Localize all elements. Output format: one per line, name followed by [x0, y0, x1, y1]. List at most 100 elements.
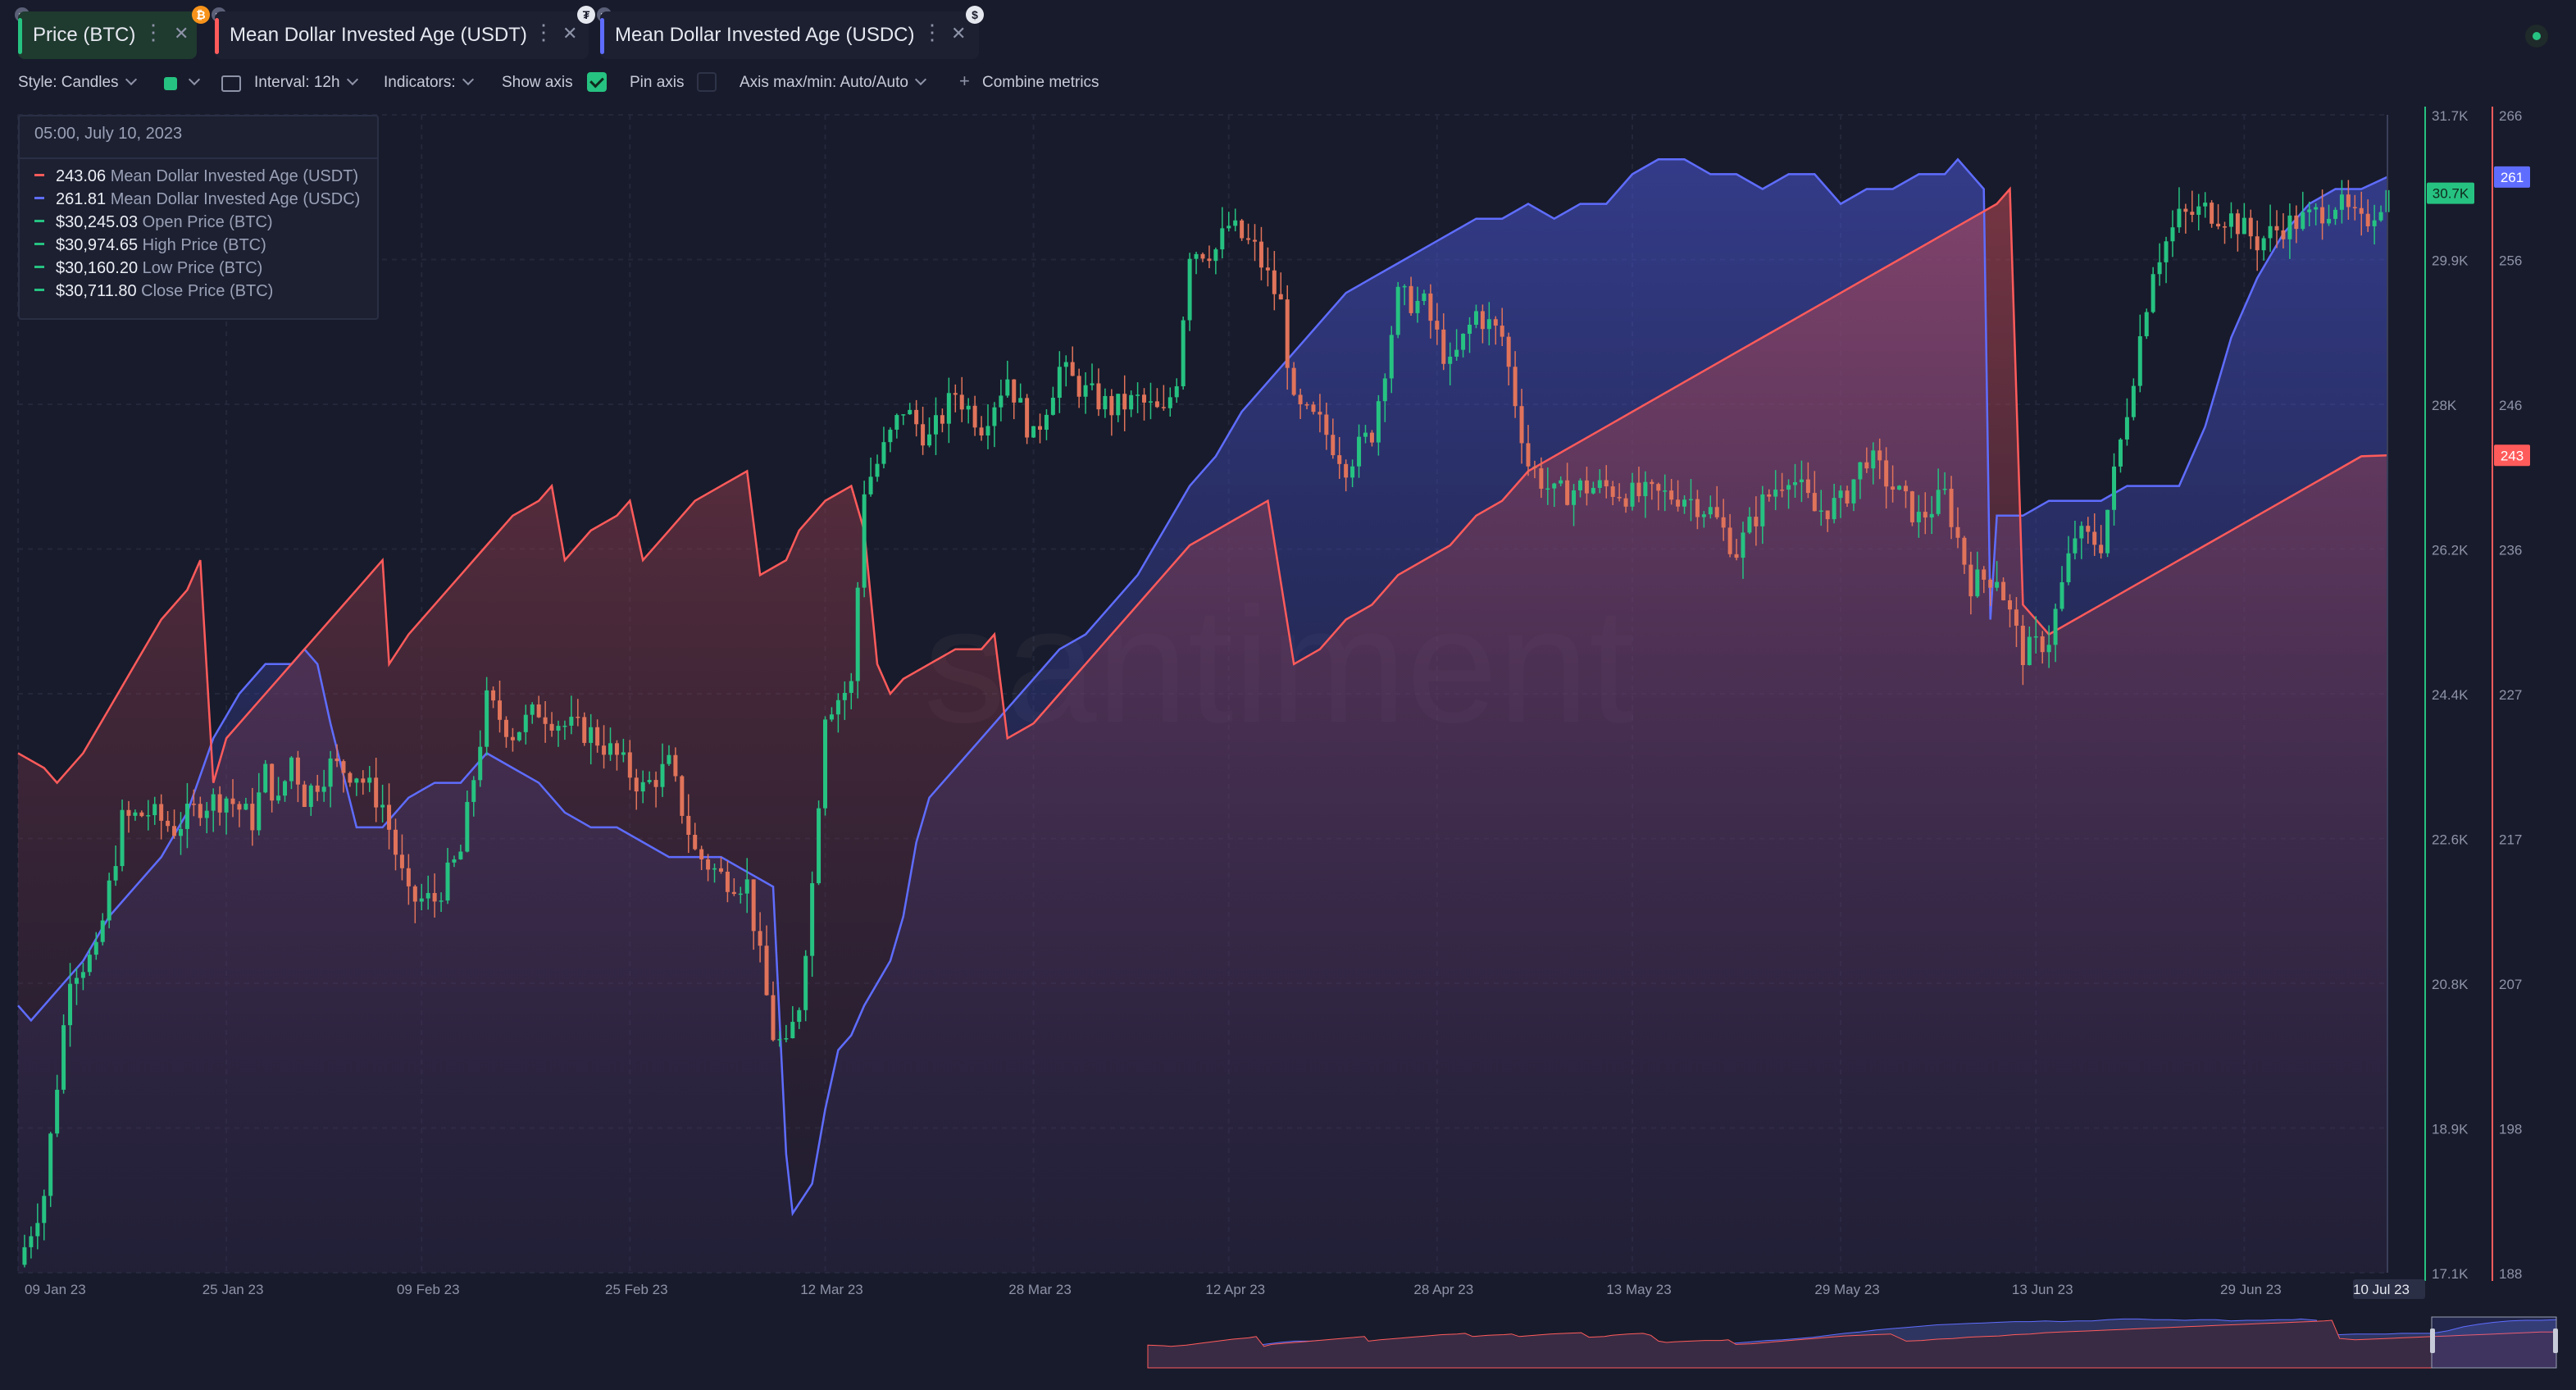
candle-body [1891, 486, 1896, 490]
candle-body [1493, 319, 1498, 326]
candle-body [1623, 498, 1628, 507]
candle-body [1747, 517, 1752, 533]
candle-body [1376, 401, 1381, 443]
candle-body [1038, 426, 1043, 431]
candle-body [2144, 312, 2149, 337]
candle-body [543, 717, 548, 724]
candle-body [1357, 436, 1362, 467]
candle-body [1519, 406, 1524, 444]
candle-body [328, 758, 333, 787]
price-tick-label: 18.9K [2432, 1122, 2469, 1137]
candle-body [1272, 270, 1277, 294]
candle-body [1793, 482, 1797, 485]
tooltip-series-name: Close Price (BTC) [141, 282, 274, 300]
candle-body [673, 754, 678, 777]
candle-body [61, 1025, 66, 1090]
candle-body [146, 815, 151, 817]
candle-body [2287, 215, 2292, 239]
mdia-tick-label: 207 [2499, 977, 2522, 992]
candle-body [1714, 507, 1719, 517]
candle-body [1083, 385, 1088, 397]
candle-body [2137, 336, 2142, 386]
candle-body [2372, 220, 2377, 226]
series-swatch [34, 289, 44, 292]
candle-body [1701, 514, 1706, 517]
candle-body [1142, 394, 1147, 403]
price-tick-label: 22.6K [2432, 832, 2469, 848]
candle-body [2066, 553, 2071, 582]
chart-canvas[interactable]: santiment 31.7K29.9K28K26.2K24.4K22.6K20… [0, 0, 2576, 1390]
candle-body [627, 752, 632, 778]
candle-body [1220, 228, 1225, 250]
candle-body [478, 746, 483, 781]
candle-body [1187, 258, 1192, 321]
candle-body [1909, 491, 1914, 522]
candle-body [217, 794, 222, 813]
candle-body [1955, 526, 1960, 538]
candle-body [1903, 485, 1908, 492]
candle-body [374, 777, 379, 808]
candle-body [868, 476, 873, 494]
candle-body [439, 900, 444, 902]
candle-body [738, 893, 743, 896]
candle-body [576, 717, 580, 718]
candle-body [790, 1022, 795, 1039]
candle-body [2339, 194, 2344, 210]
candle-body [680, 776, 685, 816]
candle-body [1734, 554, 1739, 558]
x-tick-label: 29 May 23 [1814, 1282, 1879, 1297]
candle-body [1949, 489, 1954, 527]
candle-body [2235, 213, 2240, 235]
candle-body [1884, 460, 1889, 487]
candle-body [503, 719, 508, 737]
candle-body [1331, 435, 1336, 456]
candle-body [1278, 294, 1283, 300]
candle-body [2352, 207, 2357, 208]
candle-body [1291, 367, 1296, 395]
candle-body [1942, 489, 1947, 490]
candle-body [1109, 395, 1114, 416]
candle-body [367, 777, 372, 783]
candle-body [862, 494, 867, 588]
candle-body [1265, 267, 1270, 271]
x-tick-label: 12 Mar 23 [800, 1282, 863, 1297]
candle-body [1630, 482, 1635, 507]
usdc-current-label: 261 [2501, 170, 2524, 185]
candle-body [1057, 367, 1062, 399]
candle-body [237, 804, 242, 810]
candle-body [2112, 466, 2117, 510]
candle-body [1936, 490, 1941, 514]
price-tick-label: 20.8K [2432, 977, 2469, 992]
candle-body [1825, 510, 1830, 520]
candle-body [1318, 412, 1322, 415]
candle-body [243, 804, 248, 810]
candle-body [2118, 439, 2123, 467]
candle-body [595, 727, 600, 746]
candle-body [1473, 311, 1478, 326]
candle-body [289, 757, 294, 782]
candle-body [1500, 326, 1504, 337]
tooltip-value: $30,974.65 [56, 236, 143, 254]
candle-body [1441, 329, 1446, 364]
candle-body [1025, 398, 1030, 438]
candle-body [1741, 532, 1745, 558]
candle-body [1818, 510, 1823, 513]
candle-body [491, 690, 496, 701]
candle-body [2320, 207, 2325, 224]
candle-body [2314, 207, 2319, 210]
candle-body [640, 782, 645, 792]
candle-body [295, 757, 300, 785]
navigator-minimap[interactable] [18, 1312, 2560, 1371]
candle-body [758, 931, 762, 946]
candle-body [1597, 480, 1602, 488]
candle-body [901, 414, 906, 416]
candle-body [29, 1236, 34, 1247]
candle-body [1395, 286, 1400, 335]
candle-body [2241, 217, 2246, 235]
candle-body [835, 700, 840, 715]
chart-areas [18, 159, 2387, 1273]
candle-body [1669, 490, 1674, 500]
candle-body [731, 891, 736, 895]
candle-body [2378, 212, 2383, 221]
candle-body [589, 727, 594, 743]
